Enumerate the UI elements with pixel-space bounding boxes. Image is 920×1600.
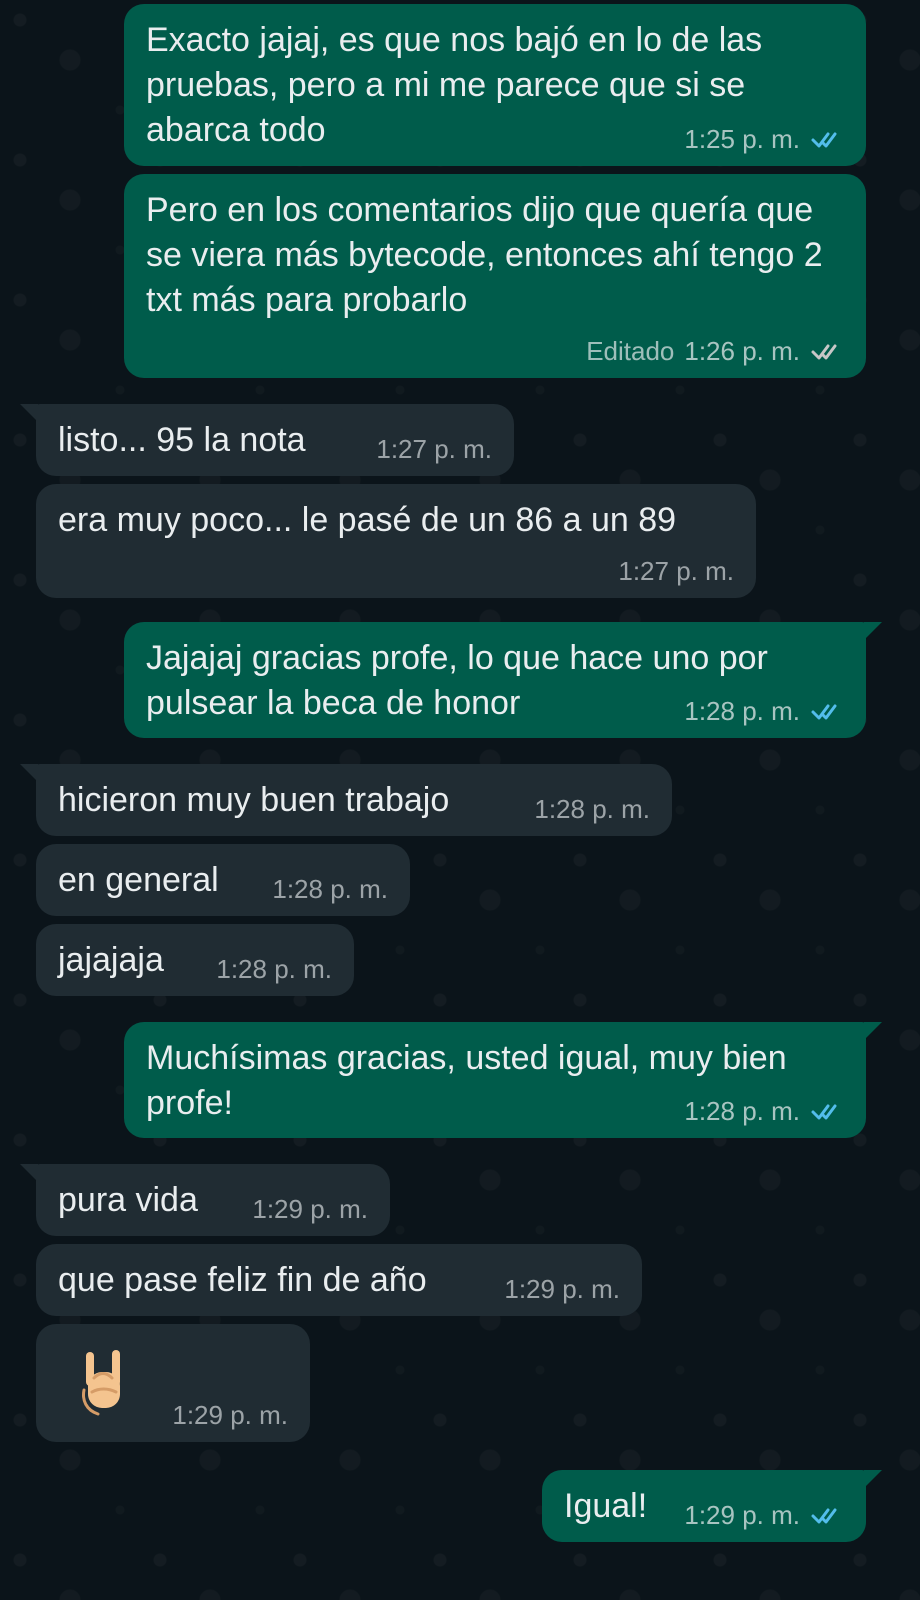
message-bubble[interactable]: Jajajaj gracias profe, lo que hace uno p…: [124, 622, 882, 738]
sign-of-the-horns-icon: [82, 1350, 120, 1416]
message-bubble[interactable]: Igual! 1:29 p. m.: [542, 1470, 882, 1542]
message-time: 1:29 p. m.: [684, 1500, 800, 1530]
double-check-read-icon: [811, 1104, 837, 1120]
message-bubble[interactable]: Muchísimas gracias, usted igual, muy bie…: [124, 1022, 882, 1138]
message-time: 1:29 p. m.: [172, 1400, 288, 1430]
message-meta: 1:28 p. m.: [534, 794, 650, 824]
message-time: 1:26 p. m.: [684, 336, 800, 366]
message-text: era muy poco... le pasé de un 86 a un 89: [58, 501, 677, 539]
message-bubble[interactable]: Pero en los comentarios dijo que quería …: [124, 174, 866, 378]
message-meta: 1:28 p. m.: [684, 1096, 844, 1126]
message-time: 1:27 p. m.: [618, 556, 734, 586]
message-bubble[interactable]: era muy poco... le pasé de un 86 a un 89…: [36, 484, 756, 598]
double-check-read-icon: [811, 704, 837, 720]
message-meta: Editado 1:26 p. m.: [586, 336, 844, 366]
double-check-read-icon: [811, 132, 837, 148]
message-meta: 1:28 p. m.: [684, 696, 844, 726]
message-text: Pero en los comentarios dijo que quería …: [146, 191, 823, 319]
double-check-delivered-icon: [811, 344, 837, 360]
message-time: 1:27 p. m.: [376, 434, 492, 464]
double-check-read-icon: [811, 1508, 837, 1524]
message-bubble[interactable]: 1:29 p. m.: [36, 1324, 310, 1442]
message-time: 1:28 p. m.: [684, 696, 800, 726]
message-bubble[interactable]: Exacto jajaj, es que nos bajó en lo de l…: [124, 4, 866, 166]
message-meta: 1:27 p. m.: [376, 434, 492, 464]
message-time: 1:29 p. m.: [252, 1194, 368, 1224]
message-bubble[interactable]: listo... 95 la nota 1:27 p. m.: [20, 404, 514, 476]
message-time: 1:25 p. m.: [684, 124, 800, 154]
message-meta: 1:28 p. m.: [216, 954, 332, 984]
message-time: 1:28 p. m.: [684, 1096, 800, 1126]
message-bubble[interactable]: hicieron muy buen trabajo 1:28 p. m.: [20, 764, 672, 836]
message-meta: 1:29 p. m.: [252, 1194, 368, 1224]
message-bubble[interactable]: pura vida 1:29 p. m.: [20, 1164, 390, 1236]
chat-thread[interactable]: Exacto jajaj, es que nos bajó en lo de l…: [0, 0, 920, 1600]
message-time: 1:28 p. m.: [534, 794, 650, 824]
message-meta: 1:29 p. m.: [504, 1274, 620, 1304]
message-meta: 1:29 p. m.: [684, 1500, 844, 1530]
message-meta: 1:29 p. m.: [172, 1400, 288, 1430]
message-bubble[interactable]: que pase feliz fin de año 1:29 p. m.: [36, 1244, 642, 1316]
message-meta: 1:25 p. m.: [684, 124, 844, 154]
message-meta: 1:27 p. m.: [618, 556, 734, 586]
message-bubble[interactable]: en general 1:28 p. m.: [36, 844, 410, 916]
message-bubble[interactable]: jajajaja 1:28 p. m.: [36, 924, 354, 996]
message-time: 1:28 p. m.: [216, 954, 332, 984]
message-meta: 1:28 p. m.: [272, 874, 388, 904]
message-time: 1:28 p. m.: [272, 874, 388, 904]
message-time: 1:29 p. m.: [504, 1274, 620, 1304]
edited-label: Editado: [586, 336, 675, 366]
